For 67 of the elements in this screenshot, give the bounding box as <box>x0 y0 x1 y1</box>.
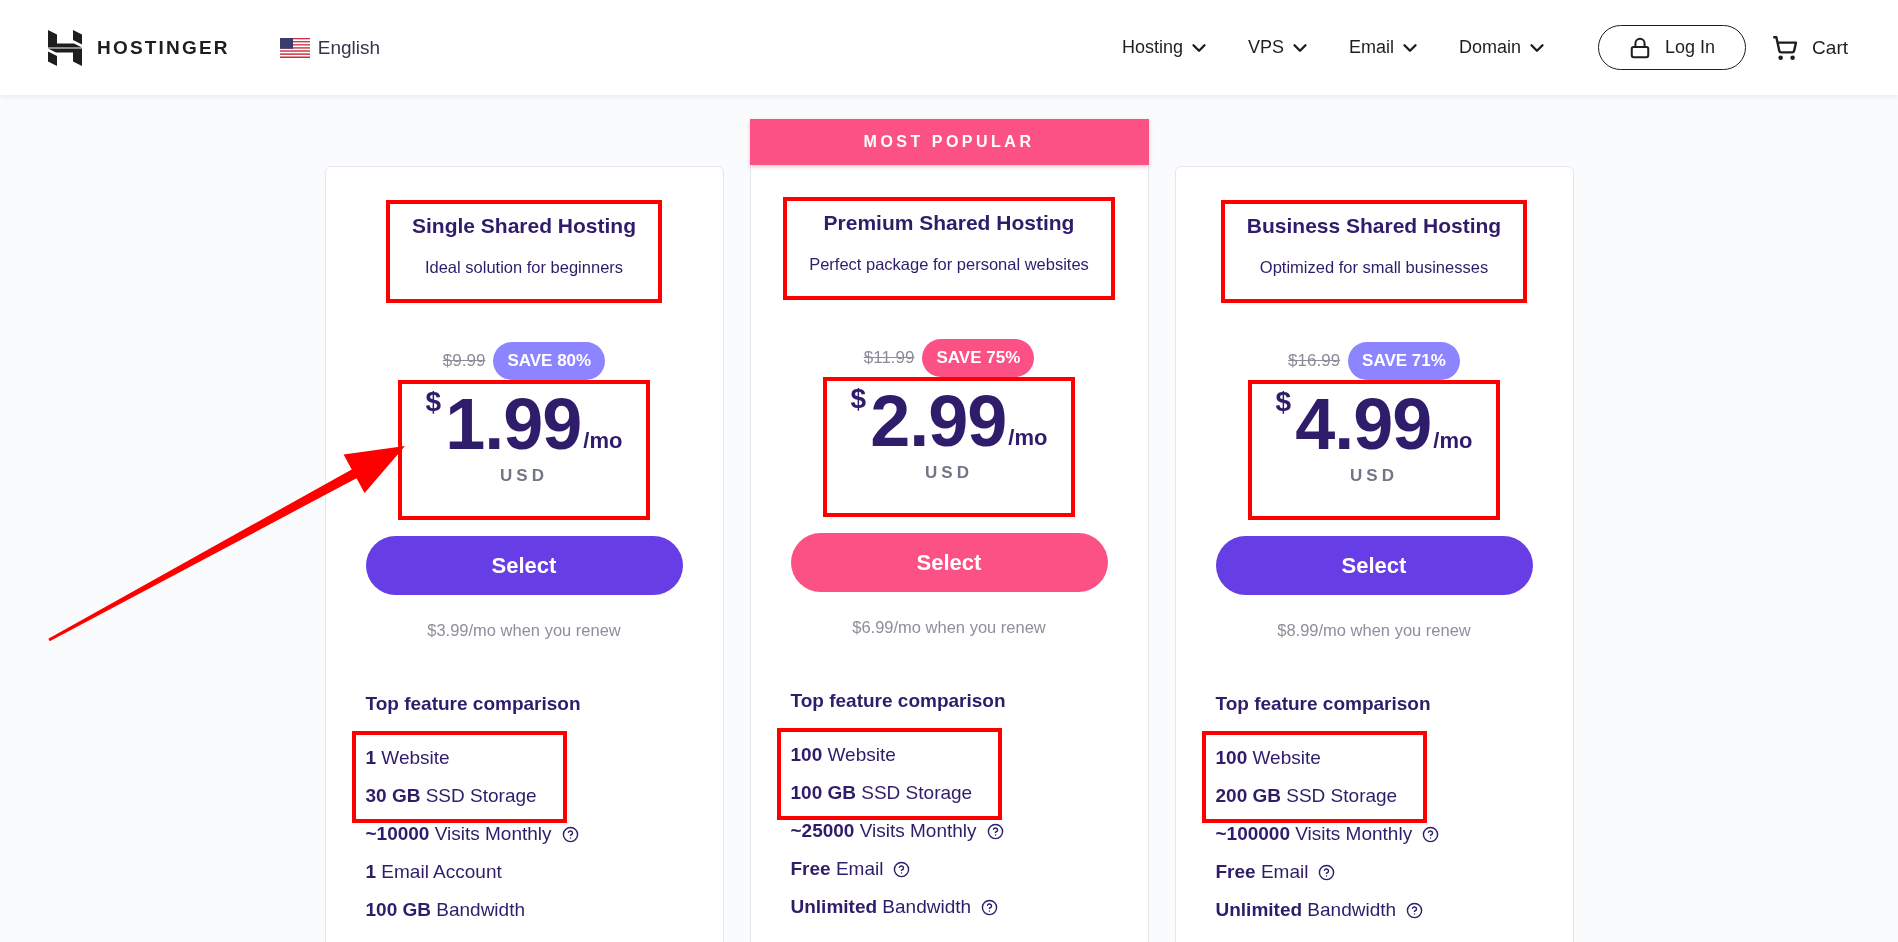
plan-title: Single Shared Hosting <box>412 213 636 239</box>
feature-text: 100 Website <box>790 743 896 767</box>
help-icon[interactable] <box>1406 901 1424 919</box>
price-period: /mo <box>1433 430 1473 452</box>
currency-sign: $ <box>1275 388 1292 416</box>
brand-name[interactable]: HOSTINGER <box>97 36 230 59</box>
flag-icon <box>279 37 310 58</box>
currency-code: USD <box>1350 466 1398 486</box>
plan-subtitle: Perfect package for personal websites <box>809 254 1089 274</box>
discount-badge: SAVE 80% <box>493 342 606 380</box>
feature-text: 200 GB SSD Storage <box>1215 784 1398 808</box>
feature-text: 30 GB SSD Storage <box>365 784 537 808</box>
popular-ribbon: MOST POPULAR <box>749 119 1149 165</box>
price-period: /mo <box>1008 427 1048 449</box>
help-icon[interactable] <box>986 822 1004 840</box>
nav-menu-button[interactable]: Hosting <box>1122 36 1210 59</box>
features-heading: Top feature comparison <box>790 689 1006 713</box>
feature-text: Unlimited Bandwidth <box>790 895 972 919</box>
select-button[interactable]: Select <box>1215 536 1533 595</box>
features-heading: Top feature comparison <box>1215 692 1431 716</box>
feature-text: 100 GB SSD Storage <box>790 781 973 805</box>
lock-icon <box>1629 36 1652 59</box>
help-icon[interactable] <box>893 860 911 878</box>
help-icon[interactable] <box>561 825 579 843</box>
currency-sign: $ <box>425 388 442 416</box>
discount-badge: SAVE 71% <box>1348 342 1460 380</box>
discount-badge: SAVE 75% <box>922 339 1035 377</box>
nav-menu-button[interactable]: Domain <box>1459 36 1549 59</box>
currency-code: USD <box>500 466 548 486</box>
old-price: $11.99 <box>863 348 915 368</box>
feature-text: 100 GB Bandwidth <box>365 898 525 922</box>
price-period: /mo <box>583 430 623 452</box>
cart-icon <box>1772 34 1799 61</box>
feature-text: ~25000 Visits Monthly <box>790 819 977 843</box>
feature-text: Free Email <box>790 857 884 881</box>
feature-text: ~10000 Visits Monthly <box>365 822 552 846</box>
help-icon[interactable] <box>1422 825 1440 843</box>
plan-subtitle: Optimized for small businesses <box>1259 257 1489 277</box>
help-icon[interactable] <box>981 898 999 916</box>
renewal-price: $6.99/mo when you renew <box>852 617 1046 637</box>
old-price: $9.99 <box>442 351 486 371</box>
price: 4.99 <box>1295 388 1432 460</box>
cart-button[interactable]: Cart <box>1772 34 1848 61</box>
feature-text: 1 Email Account <box>365 860 502 884</box>
old-price: $16.99 <box>1288 351 1341 371</box>
currency-sign: $ <box>850 385 867 413</box>
plan-title: Premium Shared Hosting <box>823 210 1075 236</box>
features-heading: Top feature comparison <box>365 692 581 716</box>
select-button[interactable]: Select <box>365 536 683 595</box>
feature-text: 100 Website <box>1215 746 1321 770</box>
feature-text: Unlimited Bandwidth <box>1215 898 1397 922</box>
renewal-price: $8.99/mo when you renew <box>1277 620 1471 640</box>
help-icon[interactable] <box>1318 863 1336 881</box>
currency-code: USD <box>925 463 973 483</box>
nav-menu-button[interactable]: VPS <box>1248 36 1312 59</box>
login-button[interactable]: Log In <box>1598 25 1747 70</box>
logo-icon <box>48 29 82 66</box>
plan-title: Business Shared Hosting <box>1246 213 1502 239</box>
language-selector[interactable]: English <box>279 36 381 59</box>
feature-text: Free Email <box>1215 860 1309 884</box>
feature-text: ~100000 Visits Monthly <box>1215 822 1413 846</box>
plan-subtitle: Ideal solution for beginners <box>424 257 624 277</box>
price: 2.99 <box>870 385 1007 457</box>
feature-text: 1 Website <box>365 746 450 770</box>
nav-menu-button[interactable]: Email <box>1349 36 1422 59</box>
renewal-price: $3.99/mo when you renew <box>427 620 621 640</box>
price: 1.99 <box>445 388 582 460</box>
